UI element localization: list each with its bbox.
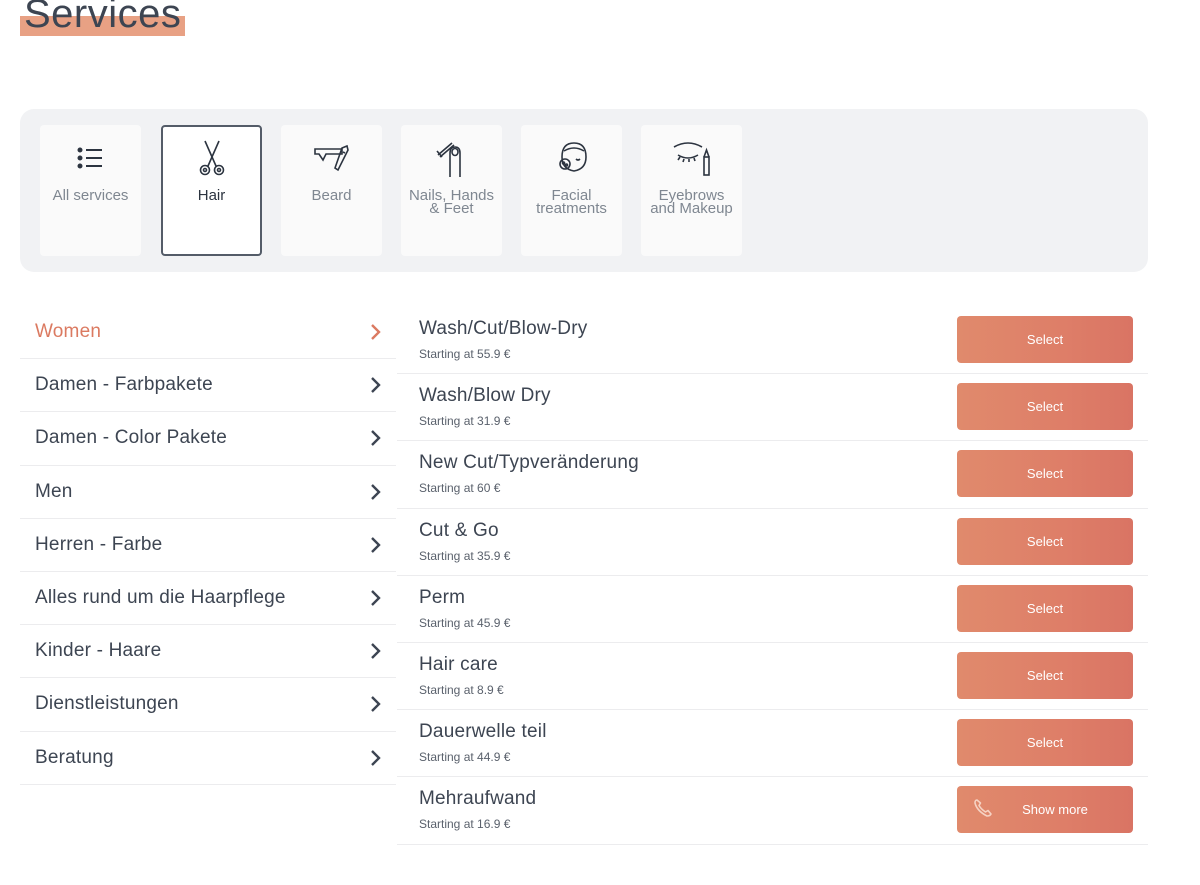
- select-button[interactable]: Select: [957, 383, 1133, 431]
- category-label: Beard: [311, 187, 352, 204]
- service-price: Starting at 31.9 €: [419, 414, 511, 429]
- category-label: Facial treatments: [536, 187, 607, 217]
- service-row: Hair care Starting at 8.9 € Select: [397, 643, 1148, 711]
- subcategory-label: Women: [35, 321, 102, 343]
- subcategory-label: Beratung: [35, 746, 114, 768]
- chevron-right-icon: [371, 749, 381, 766]
- category-label: Hair: [197, 187, 226, 204]
- chevron-right-icon: [371, 643, 381, 660]
- category-label: Eyebrows and Makeup: [650, 187, 733, 217]
- page-header: Services: [20, 0, 186, 40]
- subcategory-label: Alles rund um die Haarpflege: [35, 587, 286, 609]
- subcategory-label: Men: [35, 480, 73, 502]
- subcategory-item-beratung[interactable]: Beratung: [20, 732, 396, 785]
- scissors-icon: [199, 140, 224, 176]
- list-icon: [77, 147, 102, 169]
- select-button[interactable]: Select: [957, 584, 1133, 632]
- service-row: Cut & Go Starting at 35.9 € Select: [397, 509, 1148, 576]
- service-name: Perm: [419, 586, 466, 608]
- razor-icon: [313, 144, 349, 172]
- subcategory-label: Damen - Color Pakete: [35, 427, 227, 449]
- subcategory-item-dienstleistungen[interactable]: Dienstleistungen: [20, 678, 396, 732]
- subcategory-item-herren-farbe[interactable]: Herren - Farbe: [20, 519, 396, 572]
- subcategory-item-men[interactable]: Men: [20, 466, 396, 519]
- service-price: Starting at 16.9 €: [419, 817, 511, 832]
- chevron-right-icon: [371, 590, 381, 606]
- category-bar: All services Hair Beard Nails, Hands & F…: [20, 109, 1148, 272]
- service-price: Starting at 55.9 €: [419, 347, 511, 361]
- service-row: Perm Starting at 45.9 € Select: [397, 576, 1148, 643]
- subcategory-item-haarpflege[interactable]: Alles rund um die Haarpflege: [20, 572, 396, 626]
- service-price: Starting at 8.9 €: [419, 682, 504, 697]
- service-price: Starting at 44.9 €: [419, 750, 511, 765]
- service-price: Starting at 45.9 €: [419, 615, 511, 630]
- service-price: Starting at 60 €: [419, 481, 501, 496]
- subcategory-item-kinder-haare[interactable]: Kinder - Haare: [20, 625, 396, 679]
- service-name: Mehraufwand: [419, 788, 537, 810]
- service-row: Wash/Cut/Blow-Dry Starting at 55.9 € Sel…: [397, 307, 1148, 375]
- subcategory-list: Women Damen - Farbpakete Damen - Color P…: [20, 306, 396, 785]
- chevron-right-icon: [371, 536, 381, 553]
- service-name: Wash/Cut/Blow-Dry: [419, 318, 588, 339]
- category-label: Nails, Hands & Feet: [408, 187, 495, 217]
- subcategory-label: Damen - Farbpakete: [35, 374, 213, 396]
- select-button[interactable]: Select: [957, 651, 1133, 699]
- service-row: New Cut/Typveränderung Starting at 60 € …: [397, 441, 1148, 509]
- service-row: Dauerwelle teil Starting at 44.9 € Selec…: [397, 710, 1148, 778]
- show-more-label: Show more: [1022, 802, 1088, 818]
- chevron-right-icon: [371, 696, 381, 713]
- service-price: Starting at 35.9 €: [419, 548, 511, 563]
- category-all-services[interactable]: All services: [40, 125, 141, 256]
- chevron-right-icon: [371, 377, 381, 394]
- subcategory-label: Dienstleistungen: [35, 693, 179, 715]
- category-eyebrows-makeup[interactable]: Eyebrows and Makeup: [641, 125, 742, 256]
- chevron-right-icon: [371, 324, 381, 340]
- category-facial-treatments[interactable]: Facial treatments: [521, 125, 622, 256]
- subcategory-item-damen-color-pakete[interactable]: Damen - Color Pakete: [20, 412, 396, 466]
- chevron-right-icon: [371, 483, 381, 500]
- select-button[interactable]: Select: [957, 450, 1133, 498]
- service-row: Wash/Blow Dry Starting at 31.9 € Select: [397, 374, 1148, 442]
- service-name: Cut & Go: [419, 519, 499, 541]
- eyebrow-pencil-icon: [673, 142, 710, 176]
- face-mask-icon: [558, 142, 587, 172]
- service-name: Hair care: [419, 653, 498, 675]
- service-name: New Cut/Typveränderung: [419, 452, 639, 474]
- category-label: All services: [52, 187, 129, 204]
- subcategory-label: Kinder - Haare: [35, 640, 162, 662]
- page-title: Services: [24, 0, 182, 36]
- subcategory-label: Herren - Farbe: [35, 533, 163, 555]
- subcategory-item-women[interactable]: Women: [20, 306, 396, 360]
- phone-icon: [974, 799, 992, 818]
- service-name: Dauerwelle teil: [419, 721, 547, 743]
- category-beard[interactable]: Beard: [281, 125, 382, 256]
- select-button[interactable]: Select: [957, 517, 1133, 565]
- service-list: Wash/Cut/Blow-Dry Starting at 55.9 € Sel…: [397, 307, 1148, 845]
- select-button[interactable]: Select: [957, 719, 1133, 767]
- chevron-right-icon: [371, 430, 381, 447]
- service-name: Wash/Blow Dry: [419, 385, 551, 407]
- show-more-button[interactable]: Show more: [957, 786, 1133, 834]
- category-nails-hands-feet[interactable]: Nails, Hands & Feet: [401, 125, 502, 256]
- service-row: Mehraufwand Starting at 16.9 € Show more: [397, 777, 1148, 845]
- select-button[interactable]: Select: [957, 316, 1133, 363]
- subcategory-item-damen-farbpakete[interactable]: Damen - Farbpakete: [20, 359, 396, 413]
- nail-polish-icon: [435, 142, 461, 177]
- category-hair[interactable]: Hair: [161, 125, 262, 256]
